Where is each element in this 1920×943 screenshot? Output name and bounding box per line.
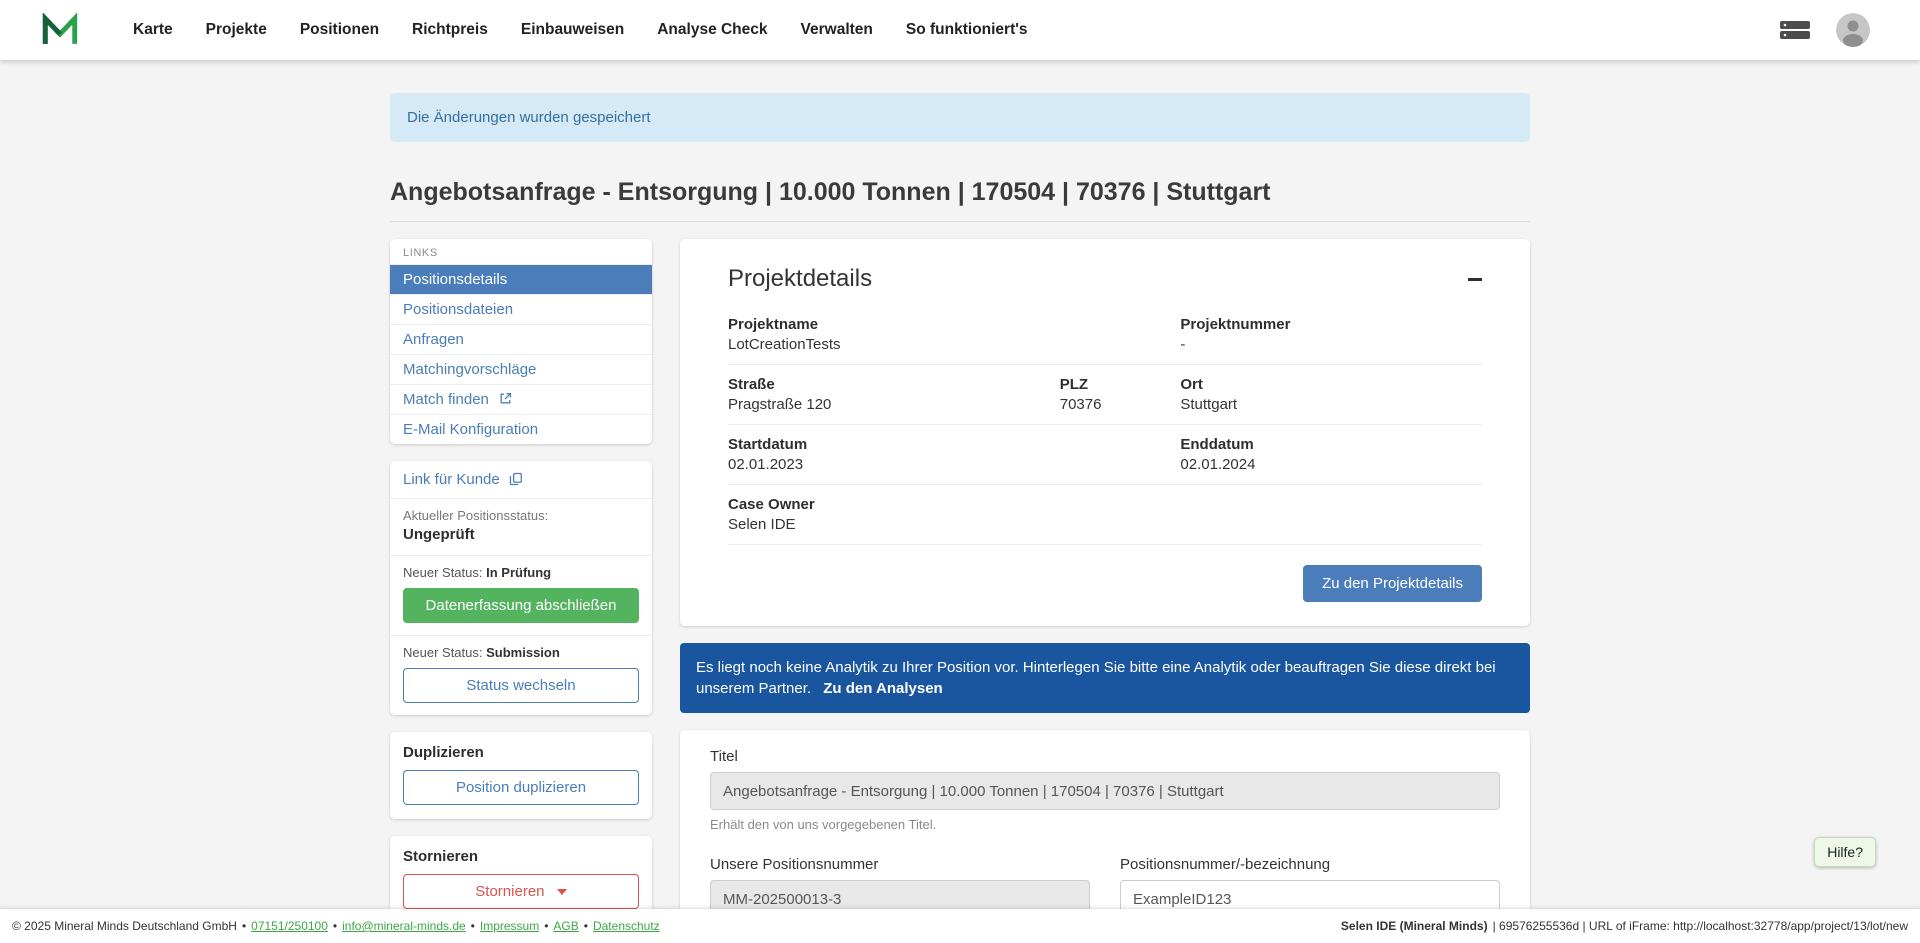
person-icon <box>1836 13 1870 47</box>
main-column: Projektdetails Projektname LotCreationTe… <box>680 239 1530 943</box>
new-status-pruefung-section: Neuer Status: In Prüfung Datenerfassung … <box>390 555 652 635</box>
footer-separator: • <box>242 919 246 933</box>
titel-label: Titel <box>710 748 1500 765</box>
new-status-label: Neuer Status: <box>403 565 483 580</box>
sidebar-item-label: Match finden <box>403 391 489 408</box>
footer-user: Selen IDE (Mineral Minds) <box>1341 919 1488 933</box>
field-strasse: Straße Pragstraße 120 <box>728 376 1060 413</box>
footer-phone-link[interactable]: 07151/250100 <box>251 919 328 933</box>
sidebar-item-match-finden[interactable]: Match finden <box>390 384 652 414</box>
external-link-icon <box>499 392 512 405</box>
footer-separator: • <box>544 919 548 933</box>
chevron-down-icon <box>557 889 567 895</box>
footer-separator: • <box>333 919 337 933</box>
duplicate-title: Duplizieren <box>403 744 639 761</box>
customer-link[interactable]: Link für Kunde <box>390 461 652 498</box>
project-row-dates: Startdatum 02.01.2023 Enddatum 02.01.202… <box>728 425 1482 485</box>
custom-number-label: Positionsnummer/-bezeichnung <box>1120 856 1500 873</box>
analytics-link[interactable]: Zu den Analysen <box>823 680 942 697</box>
nav-item-karte[interactable]: Karte <box>133 21 173 39</box>
page-content: Die Änderungen wurden gespeichert Angebo… <box>390 93 1530 943</box>
sidebar: LINKS Positionsdetails Positionsdateien … <box>390 239 652 940</box>
project-details-card: Projektdetails Projektname LotCreationTe… <box>680 239 1530 626</box>
server-rack-icon[interactable] <box>1780 20 1810 40</box>
links-header: LINKS <box>390 239 652 264</box>
nav-item-verwalten[interactable]: Verwalten <box>801 21 873 39</box>
customer-link-label: Link für Kunde <box>403 471 500 488</box>
current-status-label: Aktueller Positionsstatus: <box>403 508 639 523</box>
cancel-title: Stornieren <box>403 848 639 865</box>
app-logo[interactable] <box>42 13 78 47</box>
help-button[interactable]: Hilfe? <box>1814 837 1876 867</box>
new-status-label: Neuer Status: <box>403 645 483 660</box>
nav-item-analyse-check[interactable]: Analyse Check <box>657 21 767 39</box>
collapse-icon[interactable] <box>1468 278 1482 281</box>
field-projektname: Projektname LotCreationTests <box>728 316 1180 353</box>
sidebar-item-positionsdetails[interactable]: Positionsdetails <box>390 264 652 294</box>
sidebar-item-anfragen[interactable]: Anfragen <box>390 324 652 354</box>
mineral-minds-logo-icon <box>42 13 78 47</box>
new-status-submission-section: Neuer Status: Submission Status wechseln <box>390 635 652 715</box>
nav-item-einbauweisen[interactable]: Einbauweisen <box>521 21 624 39</box>
field-startdatum: Startdatum 02.01.2023 <box>728 436 1180 473</box>
complete-data-entry-button[interactable]: Datenerfassung abschließen <box>403 588 639 623</box>
field-plz: PLZ 70376 <box>1060 376 1181 413</box>
footer-datenschutz-link[interactable]: Datenschutz <box>593 919 660 933</box>
footer-separator: • <box>471 919 475 933</box>
sidebar-links-card: LINKS Positionsdetails Positionsdateien … <box>390 239 652 444</box>
copy-icon <box>509 472 523 486</box>
new-status-line: Neuer Status: In Prüfung <box>403 565 639 580</box>
nav-item-projekte[interactable]: Projekte <box>206 21 267 39</box>
duplicate-position-button[interactable]: Position duplizieren <box>403 770 639 805</box>
footer-session-info: | 69576255536d | URL of iFrame: http://l… <box>1493 919 1908 933</box>
our-number-label: Unsere Positionsnummer <box>710 856 1090 873</box>
switch-status-button[interactable]: Status wechseln <box>403 668 639 703</box>
sidebar-item-email-konfiguration[interactable]: E-Mail Konfiguration <box>390 414 652 444</box>
project-details-button[interactable]: Zu den Projektdetails <box>1303 565 1482 602</box>
footer-email-link[interactable]: info@mineral-minds.de <box>342 919 466 933</box>
footer-impressum-link[interactable]: Impressum <box>480 919 539 933</box>
field-projektnummer: Projektnummer - <box>1180 316 1482 353</box>
footer: © 2025 Mineral Minds Deutschland GmbH • … <box>0 909 1920 943</box>
success-alert: Die Änderungen wurden gespeichert <box>390 93 1530 142</box>
nav-item-richtpreis[interactable]: Richtpreis <box>412 21 488 39</box>
field-case-owner: Case Owner Selen IDE <box>728 496 1482 533</box>
new-status-value: In Prüfung <box>486 565 551 580</box>
field-ort: Ort Stuttgart <box>1180 376 1482 413</box>
status-card: Link für Kunde Aktueller Positionsstatus… <box>390 461 652 715</box>
current-status-value: Ungeprüft <box>403 526 639 543</box>
nav-item-so-funktionierts[interactable]: So funktioniert's <box>906 21 1028 39</box>
titel-input <box>710 772 1500 810</box>
new-status-line: Neuer Status: Submission <box>403 645 639 660</box>
project-row-name: Projektname LotCreationTests Projektnumm… <box>728 305 1482 365</box>
title-divider <box>390 221 1530 222</box>
current-status-section: Aktueller Positionsstatus: Ungeprüft <box>390 498 652 555</box>
new-status-value: Submission <box>486 645 560 660</box>
footer-copyright: © 2025 Mineral Minds Deutschland GmbH <box>12 919 237 933</box>
project-row-address: Straße Pragstraße 120 PLZ 70376 Ort Stut… <box>728 365 1482 425</box>
analytics-banner-text: Es liegt noch keine Analytik zu Ihrer Po… <box>696 659 1496 697</box>
footer-agb-link[interactable]: AGB <box>553 919 578 933</box>
footer-separator: • <box>584 919 588 933</box>
top-navigation: Karte Projekte Positionen Richtpreis Ein… <box>0 0 1920 60</box>
field-enddatum: Enddatum 02.01.2024 <box>1180 436 1482 473</box>
success-alert-text: Die Änderungen wurden gespeichert <box>407 109 651 126</box>
cancel-button-label: Stornieren <box>475 883 544 900</box>
page-title: Angebotsanfrage - Entsorgung | 10.000 To… <box>390 178 1530 207</box>
titel-help: Erhält den von uns vorgegebenen Titel. <box>710 817 1500 832</box>
main-nav: Karte Projekte Positionen Richtpreis Ein… <box>133 21 1028 39</box>
project-row-owner: Case Owner Selen IDE <box>728 485 1482 545</box>
sidebar-item-positionsdateien[interactable]: Positionsdateien <box>390 294 652 324</box>
user-avatar[interactable] <box>1836 13 1870 47</box>
nav-item-positionen[interactable]: Positionen <box>300 21 379 39</box>
analytics-banner: Es liegt noch keine Analytik zu Ihrer Po… <box>680 643 1530 713</box>
cancel-dropdown-button[interactable]: Stornieren <box>403 874 639 909</box>
sidebar-item-matchingvorschlaege[interactable]: Matchingvorschläge <box>390 354 652 384</box>
duplicate-card: Duplizieren Position duplizieren <box>390 732 652 819</box>
project-details-title: Projektdetails <box>728 265 872 293</box>
